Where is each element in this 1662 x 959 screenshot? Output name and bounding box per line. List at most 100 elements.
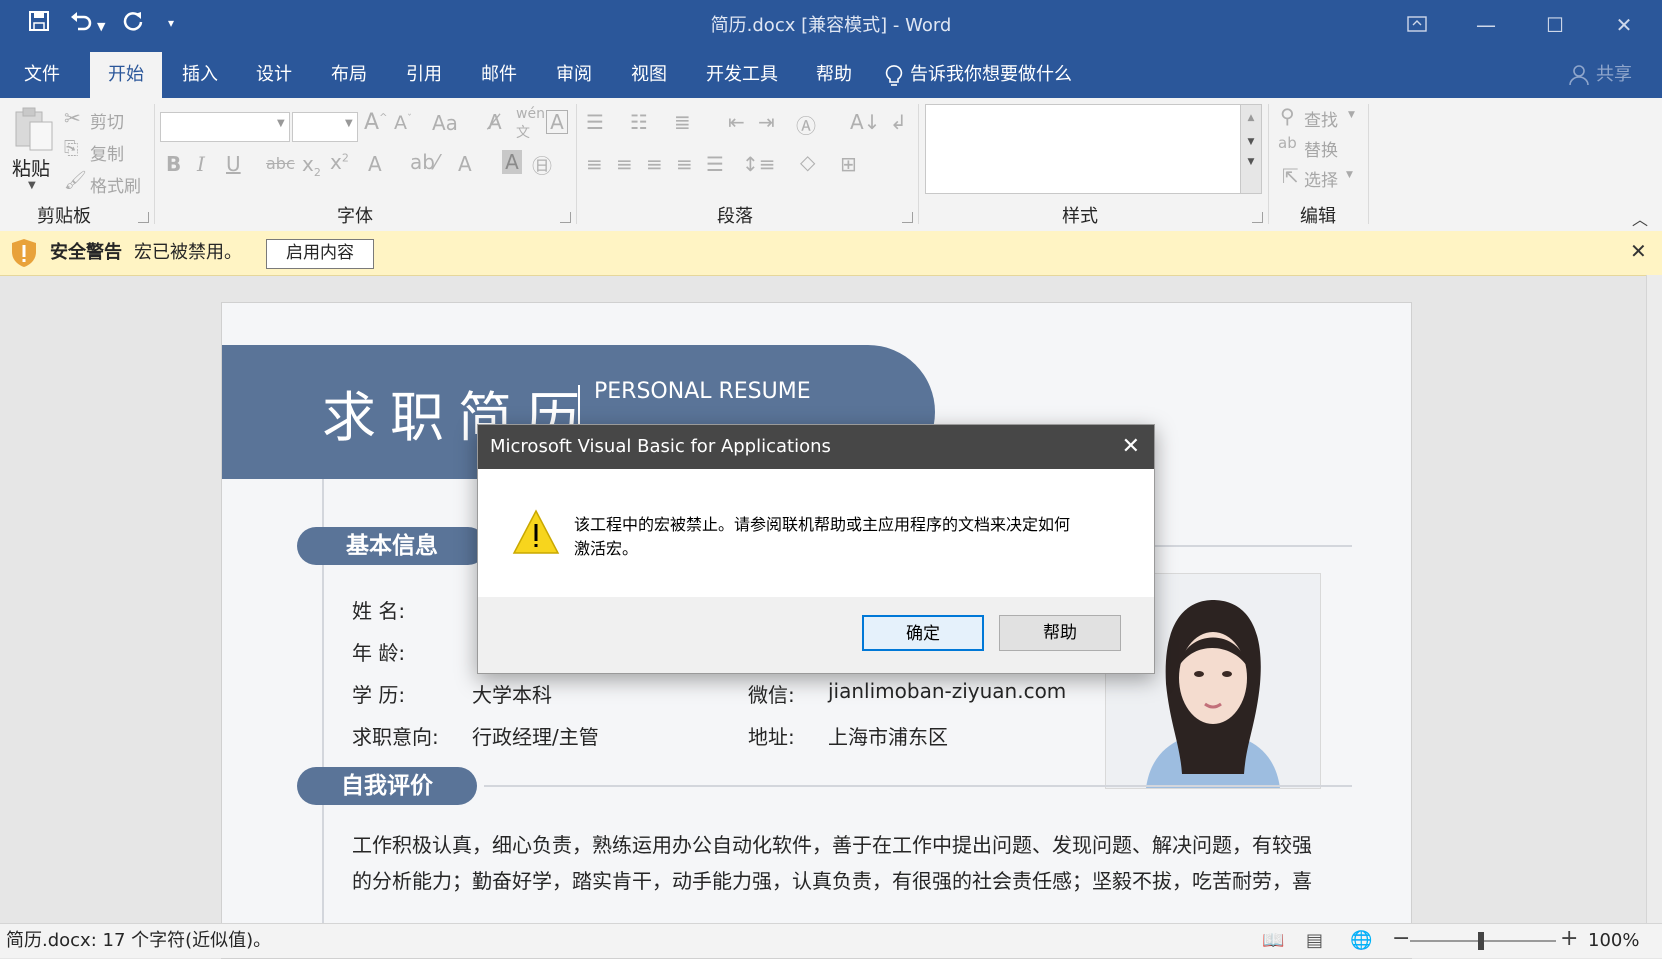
tell-me-search[interactable]: 告诉我你想要做什么 bbox=[910, 52, 1080, 98]
grow-font-icon[interactable]: A^ bbox=[364, 110, 387, 135]
select-dropdown-icon[interactable]: ▼ bbox=[1346, 170, 1353, 180]
styles-gallery-scroll[interactable]: ▲ ▼ ▼ bbox=[1240, 104, 1262, 194]
wechat-value: jianlimoban-ziyuan.com bbox=[828, 679, 1067, 703]
show-marks-icon[interactable]: ↲ bbox=[890, 110, 907, 134]
read-mode-icon[interactable]: 📖 bbox=[1262, 930, 1284, 951]
tab-design[interactable]: 设计 bbox=[248, 52, 300, 98]
section-divider bbox=[484, 785, 1352, 787]
security-warning-message: 宏已被禁用。 bbox=[134, 242, 242, 263]
vertical-scrollbar[interactable] bbox=[1646, 275, 1662, 923]
help-button[interactable]: 帮助 bbox=[999, 615, 1121, 651]
close-security-bar-icon[interactable]: ✕ bbox=[1630, 239, 1647, 263]
replace-icon: ab bbox=[1278, 134, 1297, 152]
zoom-level[interactable]: 100% bbox=[1588, 924, 1639, 958]
tab-references[interactable]: 引用 bbox=[398, 52, 450, 98]
change-case-icon[interactable]: Aa bbox=[432, 111, 458, 135]
tab-mailings[interactable]: 邮件 bbox=[473, 52, 525, 98]
paragraph-launcher-icon[interactable] bbox=[902, 212, 913, 223]
font-size-dropdown-icon[interactable]: ▼ bbox=[345, 118, 353, 129]
share-button[interactable]: 共享 bbox=[1596, 52, 1632, 98]
dialog-footer: 确定 帮助 bbox=[478, 597, 1154, 673]
paste-button[interactable]: 粘贴 bbox=[12, 154, 50, 181]
replace-button[interactable]: 替换 bbox=[1304, 136, 1338, 161]
justify-icon[interactable]: ≡ bbox=[676, 152, 693, 176]
copy-button[interactable]: 复制 bbox=[90, 140, 124, 165]
copy-icon: ⎘ bbox=[64, 138, 79, 159]
scissors-icon: ✂ bbox=[64, 106, 81, 130]
editing-group-label: 编辑 bbox=[1300, 206, 1336, 227]
multilevel-list-icon[interactable]: ≣ bbox=[674, 110, 691, 134]
zoom-in-icon[interactable]: + bbox=[1560, 926, 1578, 951]
character-border-icon[interactable]: A bbox=[546, 110, 568, 134]
format-painter-button[interactable]: 格式刷 bbox=[90, 172, 141, 197]
word-count-status[interactable]: 简历.docx: 17 个字符(近似值)。 bbox=[6, 924, 271, 958]
tab-help[interactable]: 帮助 bbox=[808, 52, 860, 98]
print-layout-icon[interactable]: ▤ bbox=[1306, 930, 1323, 951]
numbering-icon[interactable]: ☷ bbox=[630, 110, 648, 134]
job-intent-value: 行政经理/主管 bbox=[472, 725, 599, 749]
enable-content-button[interactable]: 启用内容 bbox=[266, 239, 374, 269]
sort-icon[interactable]: A↓ bbox=[850, 110, 880, 134]
align-center-icon[interactable]: ≡ bbox=[616, 152, 633, 176]
web-layout-icon[interactable]: 🌐 bbox=[1350, 930, 1372, 951]
dialog-title-bar[interactable]: Microsoft Visual Basic for Applications … bbox=[478, 425, 1154, 469]
font-color-icon[interactable]: A bbox=[458, 152, 472, 176]
job-intent-label: 求职意向: bbox=[352, 725, 439, 749]
line-spacing-icon[interactable]: ↕≡ bbox=[742, 152, 776, 176]
tab-view[interactable]: 视图 bbox=[623, 52, 675, 98]
zoom-slider-thumb[interactable] bbox=[1478, 932, 1484, 950]
tab-home[interactable]: 开始 bbox=[90, 52, 162, 98]
subscript-icon[interactable]: x2 bbox=[302, 152, 321, 179]
tab-layout[interactable]: 布局 bbox=[323, 52, 375, 98]
shrink-font-icon[interactable]: Aˇ bbox=[394, 112, 412, 134]
dialog-close-icon[interactable]: ✕ bbox=[1122, 425, 1140, 469]
minimize-icon[interactable]: — bbox=[1462, 8, 1510, 42]
italic-icon[interactable]: I bbox=[197, 152, 205, 176]
warning-icon bbox=[512, 509, 560, 559]
find-dropdown-icon[interactable]: ▼ bbox=[1348, 110, 1355, 120]
font-name-dropdown-icon[interactable]: ▼ bbox=[277, 118, 285, 129]
text-effects-icon[interactable]: A bbox=[368, 152, 382, 176]
status-bar: 简历.docx: 17 个字符(近似值)。 📖 ▤ 🌐 − + 100% bbox=[0, 923, 1662, 958]
distributed-icon[interactable]: ☰ bbox=[706, 152, 724, 176]
group-divider bbox=[154, 104, 155, 224]
person-icon bbox=[1568, 64, 1590, 90]
maximize-icon[interactable]: ☐ bbox=[1531, 8, 1579, 42]
clear-formatting-icon[interactable]: A̸ bbox=[488, 110, 502, 134]
styles-launcher-icon[interactable] bbox=[1252, 212, 1263, 223]
phonetic-guide-icon[interactable]: wén 文 bbox=[516, 106, 545, 142]
character-shading-icon[interactable]: A bbox=[502, 150, 522, 174]
font-name-combo[interactable] bbox=[160, 112, 290, 142]
superscript-icon[interactable]: x2 bbox=[330, 150, 349, 174]
close-icon[interactable]: ✕ bbox=[1600, 8, 1648, 42]
paste-dropdown-icon[interactable]: ▼ bbox=[28, 180, 36, 191]
styles-gallery[interactable] bbox=[925, 104, 1243, 194]
borders-icon[interactable]: ⊞ bbox=[840, 152, 857, 176]
chinese-layout-icon[interactable]: Ⓐ bbox=[796, 110, 816, 139]
highlight-icon[interactable]: ab⁄ bbox=[410, 150, 438, 174]
strikethrough-icon[interactable]: abc bbox=[266, 154, 295, 173]
font-launcher-icon[interactable] bbox=[560, 212, 571, 223]
ok-button[interactable]: 确定 bbox=[862, 615, 984, 651]
underline-icon[interactable]: U bbox=[226, 152, 241, 176]
find-button[interactable]: 查找 bbox=[1304, 106, 1338, 131]
clipboard-launcher-icon[interactable] bbox=[138, 212, 149, 223]
cut-button[interactable]: 剪切 bbox=[90, 108, 124, 133]
collapse-ribbon-icon[interactable]: ︿ bbox=[1632, 206, 1648, 230]
zoom-out-icon[interactable]: − bbox=[1392, 926, 1410, 951]
tab-file[interactable]: 文件 bbox=[18, 52, 66, 98]
tab-developer[interactable]: 开发工具 bbox=[697, 52, 787, 98]
decrease-indent-icon[interactable]: ⇤ bbox=[728, 110, 745, 134]
select-button[interactable]: 选择 bbox=[1304, 166, 1338, 191]
tab-insert[interactable]: 插入 bbox=[174, 52, 226, 98]
bullets-icon[interactable]: ☰ bbox=[586, 110, 604, 134]
tab-review[interactable]: 审阅 bbox=[548, 52, 600, 98]
align-right-icon[interactable]: ≡ bbox=[646, 152, 663, 176]
paste-icon[interactable] bbox=[12, 106, 56, 156]
increase-indent-icon[interactable]: ⇥ bbox=[758, 110, 775, 134]
bold-icon[interactable]: B bbox=[166, 152, 181, 176]
shading-icon[interactable]: ◇ bbox=[800, 150, 815, 174]
ribbon-display-options-icon[interactable] bbox=[1393, 8, 1441, 42]
enclose-characters-icon[interactable]: ㊐ bbox=[532, 150, 552, 179]
align-left-icon[interactable]: ≡ bbox=[586, 152, 603, 176]
